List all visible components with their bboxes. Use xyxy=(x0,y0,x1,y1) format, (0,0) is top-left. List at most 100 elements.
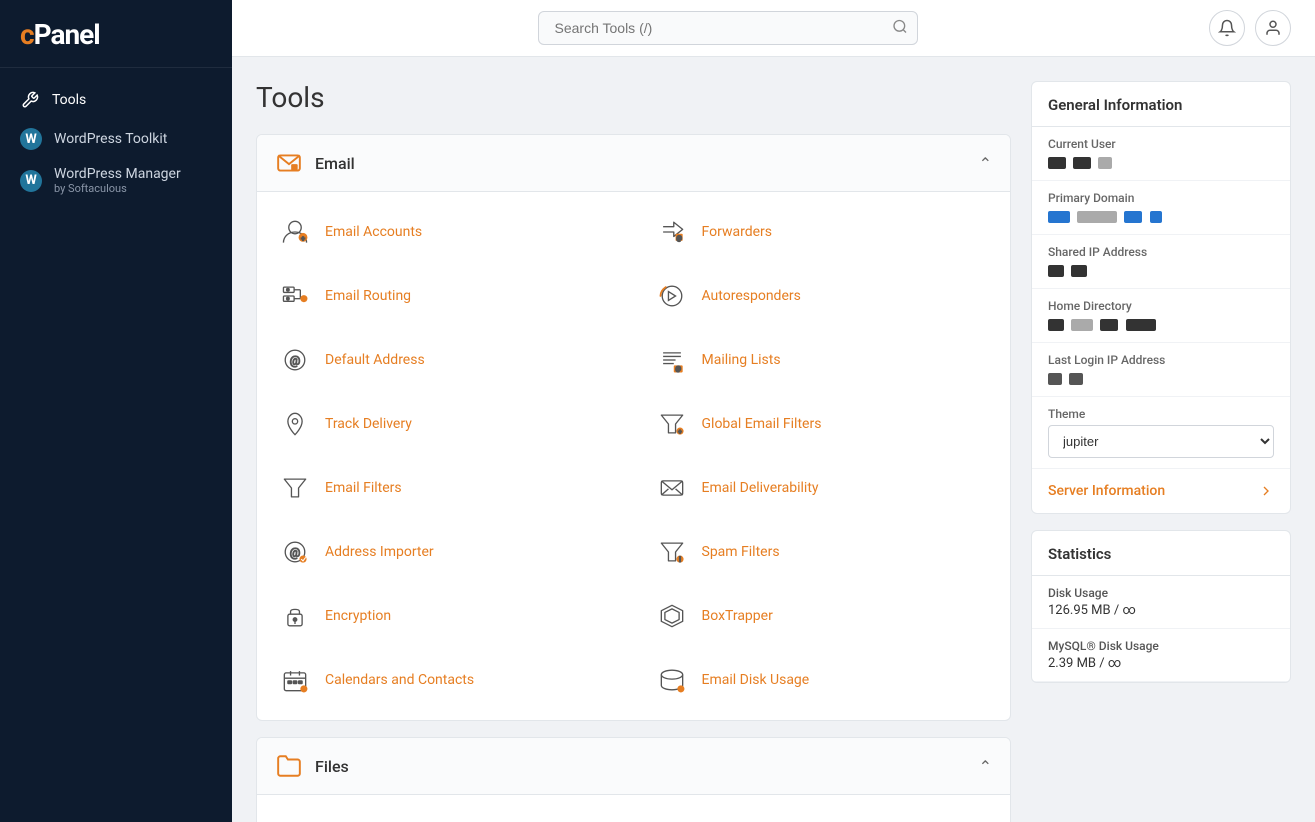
forwarders-label: Forwarders xyxy=(702,224,772,240)
disk-usage-row: Disk Usage 126.95 MB / ∞ xyxy=(1032,576,1290,629)
email-section-title: Email xyxy=(315,154,355,173)
tool-file-manager[interactable]: File Manager xyxy=(257,803,634,822)
search-input[interactable] xyxy=(538,11,918,45)
tool-email-filters[interactable]: Email Filters xyxy=(257,456,634,520)
files-section-header[interactable]: Files ⌃ xyxy=(257,738,1010,795)
last-login-ip-value xyxy=(1048,371,1274,386)
primary-domain-value xyxy=(1048,209,1274,224)
home-directory-row: Home Directory xyxy=(1032,289,1290,343)
email-chevron-icon: ⌃ xyxy=(979,154,992,173)
global-email-filters-label: Global Email Filters xyxy=(702,416,822,432)
last-login-ip-label: Last Login IP Address xyxy=(1048,353,1274,367)
svg-text:@: @ xyxy=(290,545,301,559)
files-section-title: Files xyxy=(315,757,349,776)
tool-calendars-contacts[interactable]: Calendars and Contacts xyxy=(257,648,634,712)
email-deliverability-icon xyxy=(654,470,690,506)
svg-text:!: ! xyxy=(679,555,681,564)
server-info-label: Server Information xyxy=(1048,483,1165,499)
svg-text:@: @ xyxy=(675,365,681,373)
sidebar-item-wordpress-manager[interactable]: W WordPress Manager by Softaculous xyxy=(0,158,232,203)
sidebar-logo: cPanel xyxy=(0,0,232,68)
theme-select[interactable]: jupiter paper_lantern xyxy=(1048,425,1274,458)
forwarders-icon: @ xyxy=(654,214,690,250)
current-user-label: Current User xyxy=(1048,137,1274,151)
tool-autoresponders[interactable]: Autoresponders xyxy=(634,264,1011,328)
general-info-card: General Information Current User Primary… xyxy=(1031,81,1291,514)
file-manager-icon xyxy=(277,817,313,822)
redact-4 xyxy=(1048,211,1070,223)
user-button[interactable] xyxy=(1255,10,1291,46)
default-address-icon: @ xyxy=(277,342,313,378)
redact-7 xyxy=(1150,211,1162,223)
search-button[interactable] xyxy=(892,19,908,38)
primary-domain-row: Primary Domain xyxy=(1032,181,1290,235)
sidebar-item-tools[interactable]: Tools xyxy=(0,80,232,120)
tool-spam-filters[interactable]: ! Spam Filters xyxy=(634,520,1011,584)
home-directory-label: Home Directory xyxy=(1048,299,1274,313)
calendars-contacts-label: Calendars and Contacts xyxy=(325,672,474,688)
sidebar-wordpress-manager-label: WordPress Manager xyxy=(54,166,181,182)
encryption-label: Encryption xyxy=(325,608,391,624)
mysql-disk-usage-value: 2.39 MB / ∞ xyxy=(1048,656,1274,671)
tool-encryption[interactable]: Encryption xyxy=(257,584,634,648)
tool-track-delivery[interactable]: Track Delivery xyxy=(257,392,634,456)
sidebar: cPanel Tools W WordPress Toolkit W WordP… xyxy=(0,0,232,822)
tool-global-email-filters[interactable]: + Global Email Filters xyxy=(634,392,1011,456)
email-accounts-label: Email Accounts xyxy=(325,224,422,240)
disk-usage-label: Disk Usage xyxy=(1048,586,1274,600)
tool-email-accounts[interactable]: + Email Accounts xyxy=(257,200,634,264)
tool-email-routing[interactable]: Email Routing xyxy=(257,264,634,328)
redact-1 xyxy=(1048,157,1066,169)
sidebar-wordpress-toolkit-label: WordPress Toolkit xyxy=(54,131,167,147)
redact-3 xyxy=(1098,157,1112,169)
email-svg xyxy=(276,150,302,176)
primary-domain-label: Primary Domain xyxy=(1048,191,1274,205)
main-area: Tools Email ⌃ xyxy=(232,0,1315,822)
theme-label: Theme xyxy=(1048,407,1274,421)
files-section-header-left: Files xyxy=(275,752,349,780)
mailing-lists-label: Mailing Lists xyxy=(702,352,781,368)
global-email-filters-icon: + xyxy=(654,406,690,442)
notifications-button[interactable] xyxy=(1209,10,1245,46)
autoresponders-icon xyxy=(654,278,690,314)
files-chevron-icon: ⌃ xyxy=(979,757,992,776)
email-disk-usage-label: Email Disk Usage xyxy=(702,672,810,688)
statistics-card: Statistics Disk Usage 126.95 MB / ∞ MySQ… xyxy=(1031,530,1291,683)
svg-text:@: @ xyxy=(290,353,301,367)
header xyxy=(232,0,1315,57)
tool-default-address[interactable]: @ Default Address xyxy=(257,328,634,392)
redact-13 xyxy=(1126,319,1156,331)
redact-9 xyxy=(1071,265,1087,277)
calendars-contacts-icon xyxy=(277,662,313,698)
sidebar-item-wordpress-toolkit[interactable]: W WordPress Toolkit xyxy=(0,120,232,158)
boxtrapper-label: BoxTrapper xyxy=(702,608,773,624)
address-importer-label: Address Importer xyxy=(325,544,434,560)
email-section-icon xyxy=(275,149,303,177)
default-address-label: Default Address xyxy=(325,352,425,368)
shared-ip-value xyxy=(1048,263,1274,278)
email-filters-icon xyxy=(277,470,313,506)
server-info-row[interactable]: Server Information xyxy=(1032,469,1290,513)
email-section-header-left: Email xyxy=(275,149,355,177)
tool-mailing-lists[interactable]: @ Mailing Lists xyxy=(634,328,1011,392)
tool-forwarders[interactable]: @ Forwarders xyxy=(634,200,1011,264)
files-section-card: Files ⌃ File Manager xyxy=(256,737,1011,822)
tool-email-disk-usage[interactable]: Email Disk Usage xyxy=(634,648,1011,712)
general-info-title: General Information xyxy=(1032,82,1290,127)
sidebar-nav: Tools W WordPress Toolkit W WordPress Ma… xyxy=(0,68,232,215)
tool-boxtrapper[interactable]: BoxTrapper xyxy=(634,584,1011,648)
shared-ip-label: Shared IP Address xyxy=(1048,245,1274,259)
tool-email-deliverability[interactable]: Email Deliverability xyxy=(634,456,1011,520)
mysql-disk-usage-label: MySQL® Disk Usage xyxy=(1048,639,1274,653)
email-section-header[interactable]: Email ⌃ xyxy=(257,135,1010,192)
tool-address-importer[interactable]: @ Address Importer xyxy=(257,520,634,584)
chevron-right-icon xyxy=(1258,483,1274,499)
wordpress-icon: W xyxy=(20,128,42,150)
track-delivery-label: Track Delivery xyxy=(325,416,412,432)
current-user-value xyxy=(1048,155,1274,170)
redact-8 xyxy=(1048,265,1064,277)
theme-row: Theme jupiter paper_lantern xyxy=(1032,397,1290,469)
boxtrapper-icon xyxy=(654,598,690,634)
tool-images[interactable]: Images xyxy=(634,803,1011,822)
bell-icon xyxy=(1218,19,1236,37)
